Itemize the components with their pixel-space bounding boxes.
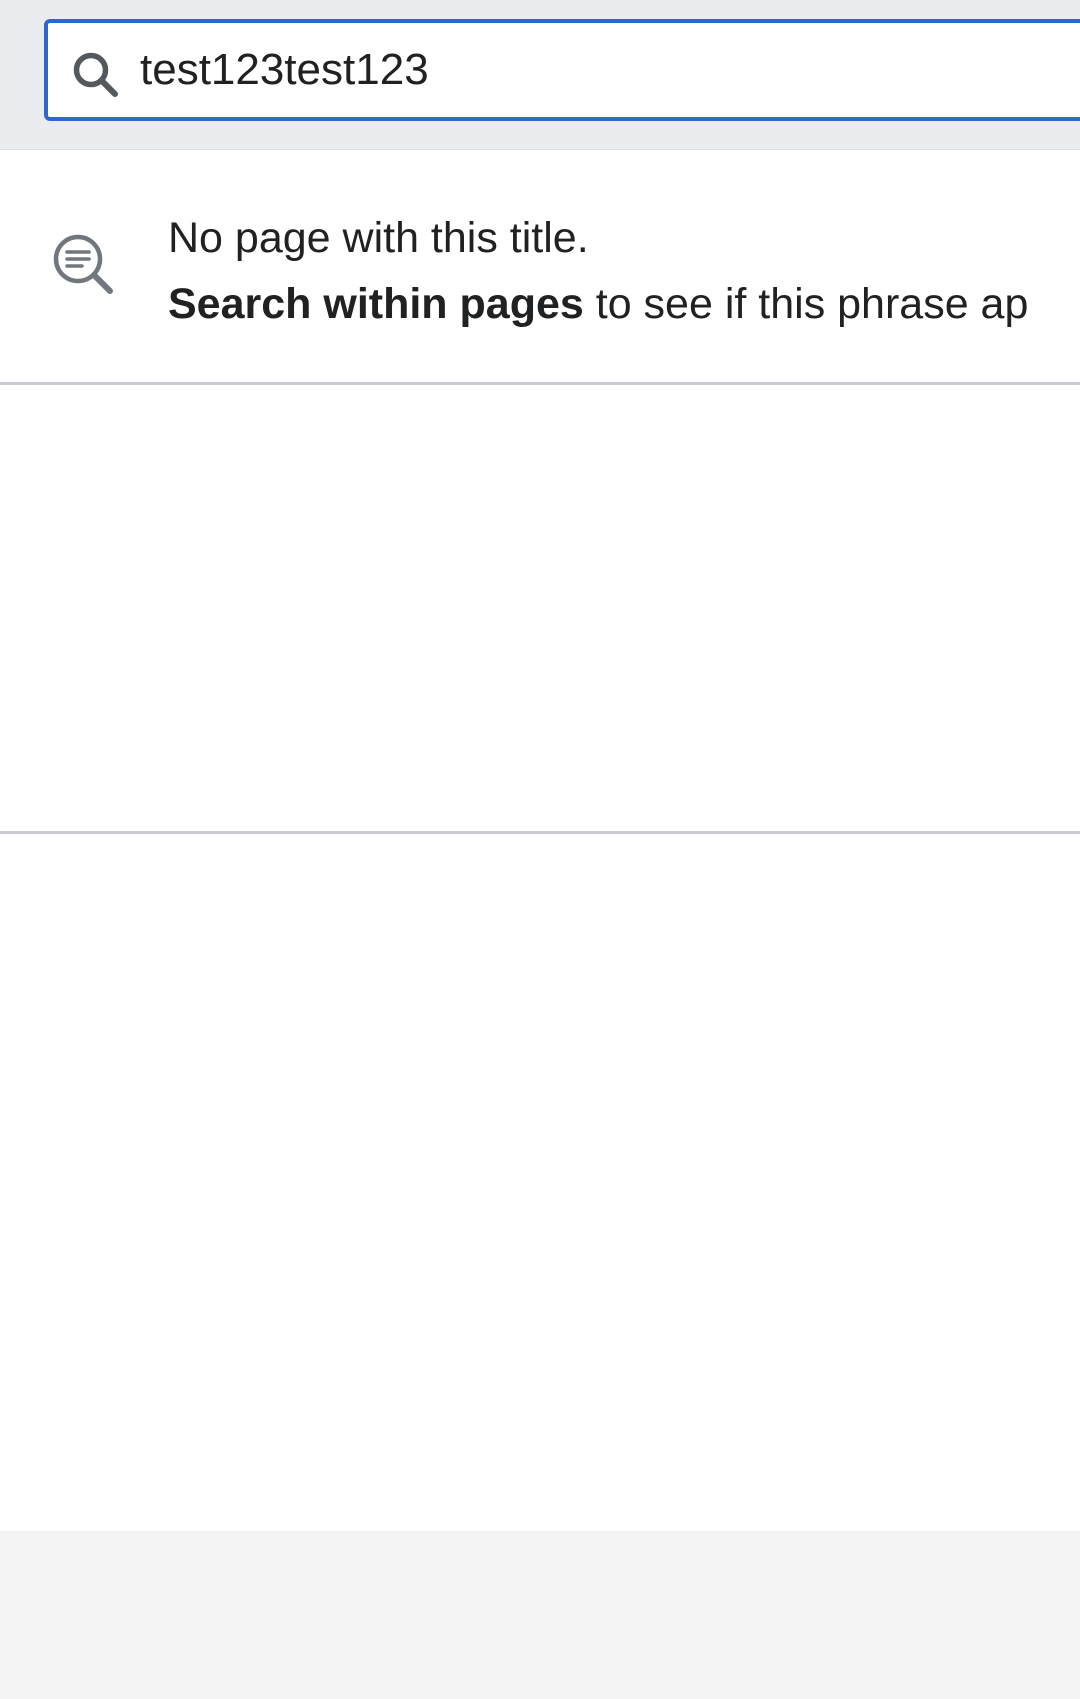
no-results-notice: No page with this title. Search within p… <box>0 150 1080 385</box>
search-within-pages-link[interactable]: Search within pages <box>168 280 584 328</box>
content-divider <box>0 831 1080 834</box>
bottom-area <box>0 1531 1080 1699</box>
search-input[interactable] <box>140 23 1080 117</box>
notice-text: No page with this title. Search within p… <box>168 205 1028 337</box>
search-within-line: Search within pages to see if this phras… <box>168 271 1028 337</box>
no-page-title-message: No page with this title. <box>168 214 589 262</box>
search-box[interactable] <box>44 19 1080 121</box>
search-icon <box>73 52 118 97</box>
search-within-suffix: to see if this phrase ap <box>583 280 1029 328</box>
search-in-text-icon <box>53 234 113 294</box>
search-header <box>0 0 1080 150</box>
